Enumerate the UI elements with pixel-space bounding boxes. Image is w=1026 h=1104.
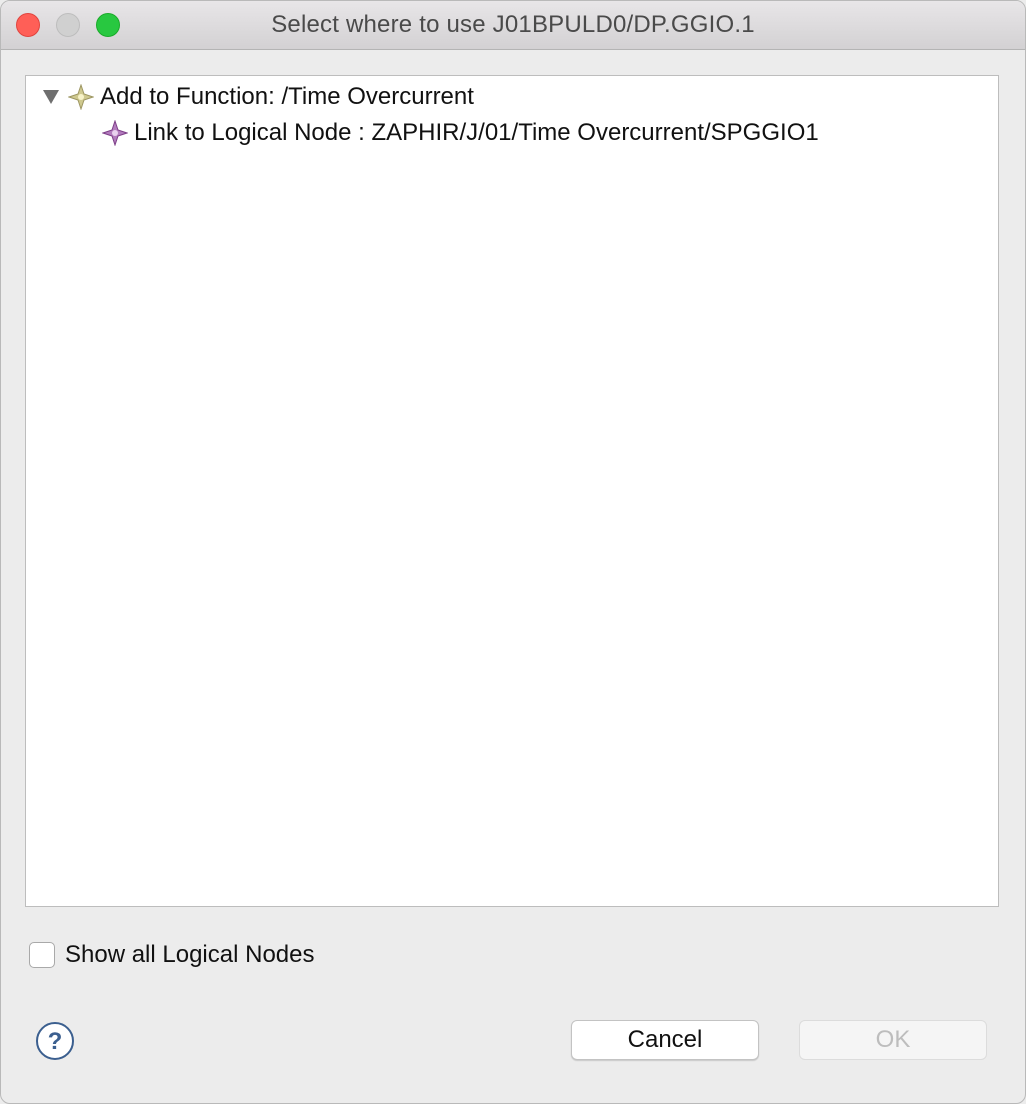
title-bar[interactable]: Select where to use J01BPULD0/DP.GGIO.1 <box>1 1 1025 50</box>
usage-tree[interactable]: Add to Function: /Time Overcurrent Link … <box>25 75 999 907</box>
cancel-button[interactable]: Cancel <box>571 1020 759 1060</box>
ok-button[interactable]: OK <box>799 1020 987 1060</box>
tree-item-function[interactable]: Add to Function: /Time Overcurrent <box>40 80 474 114</box>
window-title: Select where to use J01BPULD0/DP.GGIO.1 <box>271 11 755 38</box>
question-mark-icon: ? <box>36 1022 74 1060</box>
show-all-logical-nodes-checkbox[interactable] <box>29 942 55 968</box>
show-all-logical-nodes-option[interactable]: Show all Logical Nodes <box>29 941 314 969</box>
tree-item-label: Link to Logical Node : ZAPHIR/J/01/Time … <box>134 119 819 146</box>
show-all-logical-nodes-label[interactable]: Show all Logical Nodes <box>65 941 314 969</box>
expand-triangle-icon[interactable] <box>40 86 62 108</box>
svg-text:?: ? <box>48 1028 63 1055</box>
tree-item-label: Add to Function: /Time Overcurrent <box>100 83 474 110</box>
logical-node-sparkle-icon <box>102 120 128 146</box>
help-button[interactable]: ? <box>35 1021 75 1061</box>
function-sparkle-icon <box>68 84 94 110</box>
dialog-window: Select where to use J01BPULD0/DP.GGIO.1 … <box>0 0 1026 1104</box>
tree-item-logical-node[interactable]: Link to Logical Node : ZAPHIR/J/01/Time … <box>102 116 819 150</box>
